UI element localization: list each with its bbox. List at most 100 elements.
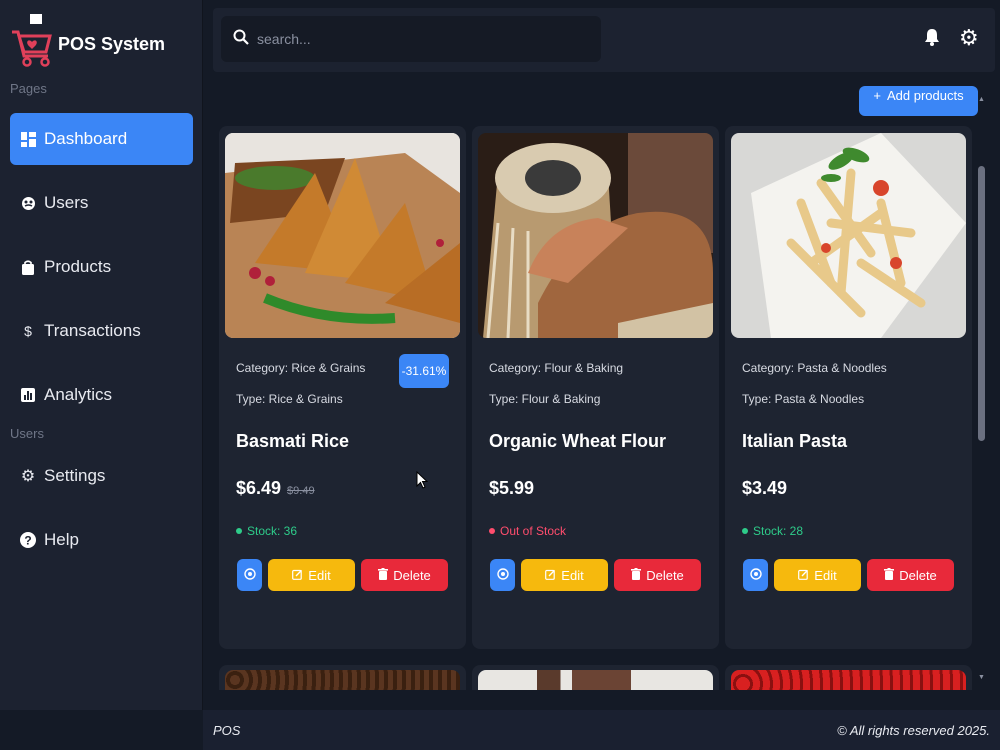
view-button[interactable] bbox=[743, 559, 768, 591]
product-image-coffee-beans bbox=[225, 670, 460, 690]
add-product-label: Add products bbox=[886, 88, 964, 103]
stock-status: Stock: 36 bbox=[236, 524, 297, 538]
product-name: Basmati Rice bbox=[236, 431, 350, 451]
delete-button[interactable]: Delete bbox=[361, 559, 448, 591]
eye-icon bbox=[243, 567, 256, 583]
product-card bbox=[219, 665, 466, 690]
footer: POS © All rights reserved 2025. bbox=[203, 710, 1000, 750]
search-icon bbox=[233, 29, 249, 50]
eye-icon bbox=[496, 567, 509, 583]
product-card: Category: Rice & Grains -31.61% Type: Ri… bbox=[219, 126, 466, 649]
edit-button[interactable]: Edit bbox=[268, 559, 355, 591]
product-price: $5.99 bbox=[489, 478, 535, 498]
product-old-price: $9.49 bbox=[287, 485, 315, 497]
product-image-chocolate bbox=[478, 670, 713, 690]
stock-status: Stock: 28 bbox=[742, 524, 803, 538]
edit-icon bbox=[292, 568, 303, 583]
sidebar-item-help[interactable]: ? Help bbox=[10, 514, 193, 566]
mouse-cursor-icon bbox=[416, 470, 429, 494]
sidebar-item-dashboard[interactable]: Dashboard bbox=[10, 113, 193, 165]
sidebar-item-transactions[interactable]: $ Transactions bbox=[10, 305, 193, 357]
product-price: $6.49 bbox=[236, 478, 282, 498]
scroll-down-icon[interactable]: ▼ bbox=[978, 674, 985, 681]
sidebar-item-label: Dashboard bbox=[44, 129, 128, 148]
section-label-users: Users bbox=[10, 426, 44, 441]
dashboard-icon bbox=[20, 131, 36, 147]
plus-icon: + bbox=[873, 88, 881, 103]
question-icon: ? bbox=[20, 532, 36, 548]
view-button[interactable] bbox=[490, 559, 515, 591]
edit-icon bbox=[798, 568, 809, 583]
edit-label: Edit bbox=[308, 567, 331, 583]
sidebar-item-analytics[interactable]: Analytics bbox=[10, 369, 193, 421]
shopping-cart-logo-icon bbox=[10, 12, 52, 77]
svg-text:?: ? bbox=[24, 534, 31, 548]
product-card bbox=[725, 665, 972, 690]
product-name: Italian Pasta bbox=[742, 431, 848, 451]
product-price: $3.49 bbox=[742, 478, 788, 498]
delete-button[interactable]: Delete bbox=[614, 559, 701, 591]
product-card bbox=[472, 665, 719, 690]
trash-icon bbox=[884, 567, 895, 583]
stock-label: Stock: 36 bbox=[247, 524, 298, 538]
settings-gear-icon[interactable]: ⚙ bbox=[959, 25, 979, 51]
stock-label: Stock: 28 bbox=[753, 524, 804, 538]
product-name: Organic Wheat Flour bbox=[489, 431, 667, 451]
section-label-pages: Pages bbox=[10, 81, 47, 96]
product-image-strawberries bbox=[731, 670, 966, 690]
scroll-thumb[interactable] bbox=[978, 166, 985, 441]
discount-badge: -31.61% bbox=[399, 354, 449, 388]
delete-button[interactable]: Delete bbox=[867, 559, 954, 591]
sidebar-item-label: Help bbox=[44, 530, 79, 549]
delete-label: Delete bbox=[646, 567, 684, 583]
edit-button[interactable]: Edit bbox=[774, 559, 861, 591]
edit-button[interactable]: Edit bbox=[521, 559, 608, 591]
topbar: ⚙ bbox=[213, 8, 995, 72]
product-image-pasta bbox=[731, 133, 966, 338]
product-type: Type: Pasta & Noodles bbox=[742, 392, 865, 406]
bag-icon bbox=[20, 259, 36, 275]
search-box[interactable] bbox=[221, 16, 601, 62]
sidebar-item-label: Settings bbox=[44, 466, 106, 485]
scroll-up-icon[interactable]: ▲ bbox=[978, 96, 985, 103]
product-category: Category: Flour & Baking bbox=[489, 361, 624, 375]
delete-label: Delete bbox=[393, 567, 431, 583]
delete-label: Delete bbox=[899, 567, 937, 583]
product-category: Category: Rice & Grains bbox=[236, 361, 366, 375]
footer-brand: POS bbox=[213, 722, 241, 738]
product-card: Category: Pasta & Noodles Type: Pasta & … bbox=[725, 126, 972, 649]
stock-dot-icon bbox=[742, 528, 748, 534]
sidebar-item-label: Users bbox=[44, 193, 89, 212]
product-image-samosa bbox=[225, 133, 460, 338]
main-scrollbar[interactable]: ▲ ▼ bbox=[975, 86, 987, 690]
card-actions: Edit Delete bbox=[490, 559, 701, 591]
app-title: POS System bbox=[58, 34, 166, 54]
sidebar-item-products[interactable]: Products bbox=[10, 241, 193, 293]
edit-label: Edit bbox=[561, 567, 584, 583]
sidebar: POS System Pages Dashboard Users Product… bbox=[0, 0, 203, 710]
gear-icon: ⚙ bbox=[20, 468, 36, 485]
bell-icon[interactable] bbox=[924, 28, 940, 51]
trash-icon bbox=[631, 567, 642, 583]
view-button[interactable] bbox=[237, 559, 262, 591]
sidebar-item-label: Analytics bbox=[44, 385, 113, 404]
sidebar-item-users[interactable]: Users bbox=[10, 177, 193, 229]
add-product-button[interactable]: + Add products bbox=[859, 86, 978, 116]
stock-status: Out of Stock bbox=[489, 524, 566, 538]
product-price-group: $3.49 bbox=[742, 478, 787, 499]
card-actions: Edit Delete bbox=[743, 559, 954, 591]
dollar-icon: $ bbox=[24, 323, 32, 339]
edit-icon bbox=[545, 568, 556, 583]
product-category: Category: Pasta & Noodles bbox=[742, 361, 887, 375]
sidebar-item-label: Transactions bbox=[44, 321, 141, 340]
eye-icon bbox=[749, 567, 762, 583]
product-price-group: $5.99 bbox=[489, 478, 534, 499]
footer-copyright: © All rights reserved 2025. bbox=[837, 722, 990, 738]
stock-dot-icon bbox=[489, 528, 495, 534]
product-price-group: $6.49 $9.49 bbox=[236, 478, 315, 499]
sidebar-item-settings[interactable]: ⚙ Settings bbox=[10, 450, 193, 502]
search-input[interactable] bbox=[257, 31, 577, 47]
stock-dot-icon bbox=[236, 528, 242, 534]
stock-label: Out of Stock bbox=[500, 524, 567, 538]
brand[interactable]: POS System bbox=[10, 12, 165, 77]
